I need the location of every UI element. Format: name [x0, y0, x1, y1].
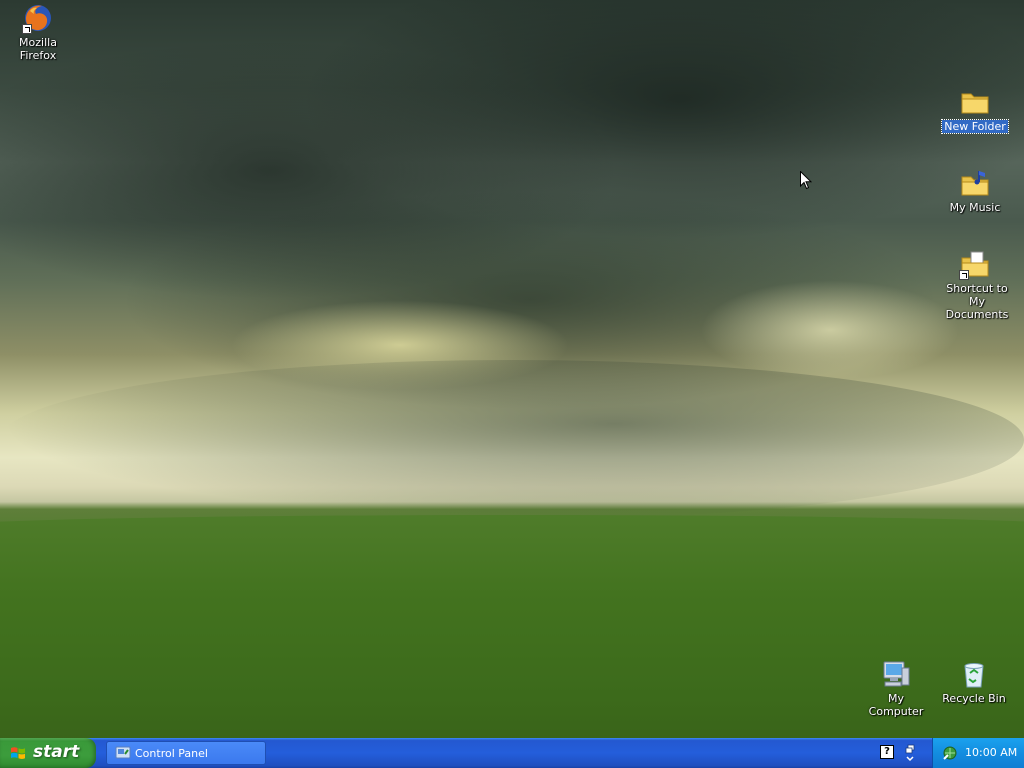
documents-folder-icon	[959, 248, 991, 280]
taskbar-button-control-panel[interactable]: Control Panel	[106, 741, 266, 765]
system-clock[interactable]: 10:00 AM	[965, 746, 1017, 759]
desktop-wallpaper	[0, 0, 1024, 738]
mouse-cursor-icon	[800, 171, 812, 190]
recycle-bin-icon	[958, 658, 990, 690]
taskbar: start Control Panel ? 10:00 AM	[0, 738, 1024, 768]
control-panel-icon	[115, 746, 131, 759]
desktop-icon-recycle-bin[interactable]: Recycle Bin	[936, 658, 1012, 705]
music-folder-icon	[959, 167, 991, 199]
show-hidden-icons-icon[interactable]	[903, 743, 917, 763]
desktop-icon-label: Mozilla Firefox	[19, 36, 57, 62]
start-button[interactable]: start	[0, 738, 96, 768]
desktop-icon-my-computer[interactable]: My Computer	[858, 658, 934, 718]
help-icon[interactable]: ?	[880, 745, 894, 759]
desktop-icon-label: My Computer	[868, 692, 924, 718]
windows-logo-icon	[11, 747, 25, 759]
firefox-icon	[22, 2, 54, 34]
folder-icon	[959, 86, 991, 118]
desktop-icon-label[interactable]: New Folder	[941, 119, 1009, 134]
desktop-icon-new-folder[interactable]: New Folder	[937, 86, 1013, 134]
wallpaper-cloud	[0, 360, 1024, 520]
desktop-icon-label: My Music	[949, 201, 1001, 214]
computer-icon	[880, 658, 912, 690]
taskbar-button-label: Control Panel	[135, 747, 208, 760]
shortcut-arrow-icon	[22, 24, 32, 34]
desktop-icon-label: Recycle Bin	[942, 692, 1006, 705]
network-connection-icon[interactable]	[942, 745, 958, 761]
desktop-icon-label: Shortcut to My Documents	[945, 282, 1009, 321]
system-tray: 10:00 AM	[932, 738, 1024, 768]
desktop-icon-my-music[interactable]: My Music	[937, 167, 1013, 214]
wallpaper-light	[700, 280, 960, 380]
desktop-icon-firefox[interactable]: Mozilla Firefox	[0, 2, 76, 62]
shortcut-arrow-icon	[959, 270, 969, 280]
desktop-icon-my-documents-shortcut[interactable]: Shortcut to My Documents	[937, 248, 1013, 321]
start-label: start	[33, 742, 80, 762]
